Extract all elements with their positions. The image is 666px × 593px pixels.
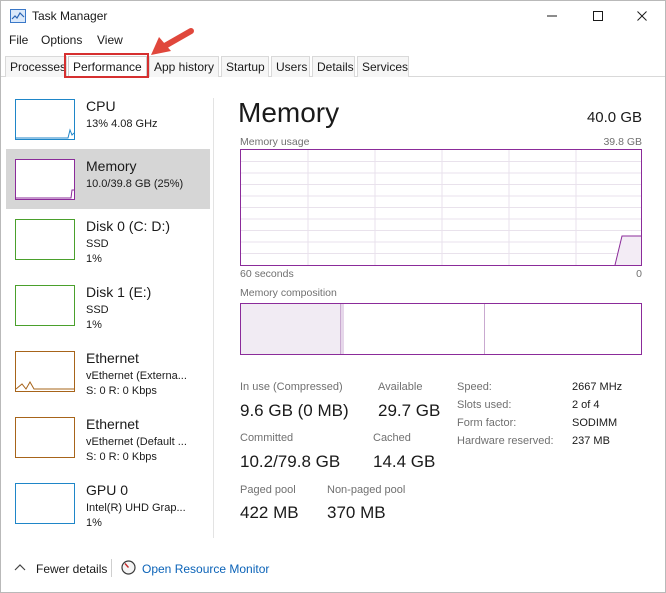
minimize-button[interactable] bbox=[529, 1, 575, 31]
task-manager-icon bbox=[10, 9, 26, 23]
available-value: 29.7 GB bbox=[378, 401, 441, 420]
sidebar-item-detail: vEthernet (Default ... bbox=[86, 436, 187, 448]
cpu-thumbnail-graph bbox=[15, 99, 75, 140]
composition-free[interactable] bbox=[485, 304, 641, 354]
footer-separator bbox=[111, 559, 112, 577]
sidebar-item-name: Memory bbox=[86, 158, 137, 174]
page-title: Memory bbox=[238, 97, 340, 128]
tab-processes[interactable]: Processes bbox=[5, 56, 67, 77]
footer-bar: Fewer details Open Resource Monitor bbox=[1, 553, 665, 583]
sidebar-item-name: Disk 1 (E:) bbox=[86, 284, 152, 300]
committed-value: 10.2/79.8 GB bbox=[240, 452, 341, 471]
sidebar-item-detail: S: 0 R: 0 Kbps bbox=[86, 451, 157, 463]
open-resource-monitor-link[interactable]: Open Resource Monitor bbox=[142, 562, 269, 576]
tab-details[interactable]: Details bbox=[312, 56, 355, 77]
title-bar: Task Manager bbox=[1, 1, 665, 31]
hardware-reserved-key: Hardware reserved: bbox=[457, 435, 554, 447]
non-paged-pool-value: 370 MB bbox=[327, 503, 386, 522]
memory-thumbnail-graph bbox=[15, 159, 75, 200]
sidebar-item-disk-0[interactable]: Disk 0 (C: D:) SSD 1% bbox=[6, 209, 210, 269]
sidebar-item-name: Ethernet bbox=[86, 416, 139, 432]
sidebar-item-detail: 1% bbox=[86, 319, 102, 331]
form-factor-key: Form factor: bbox=[457, 417, 517, 429]
cached-value: 14.4 GB bbox=[373, 452, 436, 471]
slots-used-value: 2 of 4 bbox=[572, 399, 600, 411]
sidebar-item-detail: S: 0 R: 0 Kbps bbox=[86, 385, 157, 397]
sidebar-item-detail: 10.0/39.8 GB (25%) bbox=[86, 178, 184, 190]
pane-divider[interactable] bbox=[213, 98, 214, 538]
sidebar-item-detail: SSD bbox=[86, 238, 109, 250]
in-use-label: In use (Compressed) bbox=[240, 381, 343, 393]
performance-tab-highlight bbox=[64, 53, 149, 78]
composition-in-use[interactable] bbox=[241, 304, 341, 354]
available-label: Available bbox=[378, 381, 423, 393]
in-use-value: 9.6 GB (0 MB) bbox=[240, 401, 349, 420]
close-icon bbox=[637, 11, 647, 21]
sidebar-item-name: GPU 0 bbox=[86, 482, 129, 498]
sidebar-item-memory[interactable]: Memory 10.0/39.8 GB (25%) bbox=[6, 149, 210, 209]
cached-label: Cached bbox=[373, 432, 411, 444]
memory-usage-label: Memory usage bbox=[240, 136, 310, 148]
task-manager-window: Task Manager File Options View Processes… bbox=[0, 0, 666, 593]
sidebar-item-detail: 13% 4.08 GHz bbox=[86, 118, 158, 130]
memory-capacity: 40.0 GB bbox=[586, 109, 642, 126]
sidebar-item-detail: 1% bbox=[86, 517, 102, 529]
resource-monitor-icon bbox=[121, 560, 136, 575]
maximize-button[interactable] bbox=[575, 1, 621, 31]
non-paged-pool-label: Non-paged pool bbox=[327, 484, 406, 496]
gpu-thumbnail-graph bbox=[15, 483, 75, 524]
sidebar-item-detail: 1% bbox=[86, 253, 102, 265]
graph-time-left: 60 seconds bbox=[240, 268, 294, 280]
sidebar-item-detail: SSD bbox=[86, 304, 109, 316]
slots-used-key: Slots used: bbox=[457, 399, 512, 411]
sidebar-item-disk-1[interactable]: Disk 1 (E:) SSD 1% bbox=[6, 275, 210, 335]
tab-services[interactable]: Services bbox=[357, 56, 409, 77]
hardware-reserved-value: 237 MB bbox=[572, 435, 610, 447]
speed-value: 2667 MHz bbox=[572, 381, 623, 393]
fewer-details-button[interactable]: Fewer details bbox=[36, 562, 107, 576]
memory-usage-graph bbox=[240, 149, 642, 266]
tab-app-history[interactable]: App history bbox=[149, 56, 219, 77]
sidebar-item-detail: Intel(R) UHD Grap... bbox=[86, 502, 186, 514]
sidebar-item-ethernet-external[interactable]: Ethernet vEthernet (Externa... S: 0 R: 0… bbox=[6, 341, 210, 401]
sidebar-item-ethernet-default[interactable]: Ethernet vEthernet (Default ... S: 0 R: … bbox=[6, 407, 210, 467]
window-title: Task Manager bbox=[32, 9, 108, 23]
tab-startup[interactable]: Startup bbox=[221, 56, 269, 77]
speed-key: Speed: bbox=[457, 381, 492, 393]
disk-thumbnail-graph bbox=[15, 285, 75, 326]
sidebar-item-name: Ethernet bbox=[86, 350, 139, 366]
sidebar-item-detail: vEthernet (Externa... bbox=[86, 370, 187, 382]
memory-composition-bar bbox=[240, 303, 642, 355]
sidebar-item-gpu-0[interactable]: GPU 0 Intel(R) UHD Grap... 1% bbox=[6, 473, 210, 533]
chevron-up-icon[interactable] bbox=[14, 563, 26, 571]
resource-list: CPU 13% 4.08 GHz Memory 10.0/39.8 GB (25… bbox=[1, 87, 213, 542]
memory-usage-plot bbox=[241, 150, 641, 265]
paged-pool-label: Paged pool bbox=[240, 484, 296, 496]
paged-pool-value: 422 MB bbox=[240, 503, 299, 522]
maximize-icon bbox=[593, 11, 603, 21]
menu-file[interactable]: File bbox=[9, 33, 28, 47]
disk-thumbnail-graph bbox=[15, 219, 75, 260]
minimize-icon bbox=[547, 15, 557, 17]
sidebar-item-name: Disk 0 (C: D:) bbox=[86, 218, 170, 234]
menu-view[interactable]: View bbox=[97, 33, 123, 47]
graph-time-right: 0 bbox=[636, 268, 642, 280]
ethernet-thumbnail-graph bbox=[15, 417, 75, 458]
form-factor-value: SODIMM bbox=[572, 417, 618, 429]
memory-usage-max: 39.8 GB bbox=[603, 136, 642, 148]
menu-options[interactable]: Options bbox=[41, 33, 82, 47]
memory-composition-label: Memory composition bbox=[240, 287, 337, 299]
sidebar-item-name: CPU bbox=[86, 98, 116, 114]
close-button[interactable] bbox=[619, 1, 665, 31]
composition-standby[interactable] bbox=[344, 304, 485, 354]
annotation-arrow-icon bbox=[151, 28, 194, 55]
sidebar-item-cpu[interactable]: CPU 13% 4.08 GHz bbox=[6, 89, 210, 149]
memory-details-pane: Memory 40.0 GB Memory usage 39.8 GB 60 s… bbox=[233, 87, 653, 542]
tab-users[interactable]: Users bbox=[271, 56, 310, 77]
ethernet-thumbnail-graph bbox=[15, 351, 75, 392]
committed-label: Committed bbox=[240, 432, 294, 444]
